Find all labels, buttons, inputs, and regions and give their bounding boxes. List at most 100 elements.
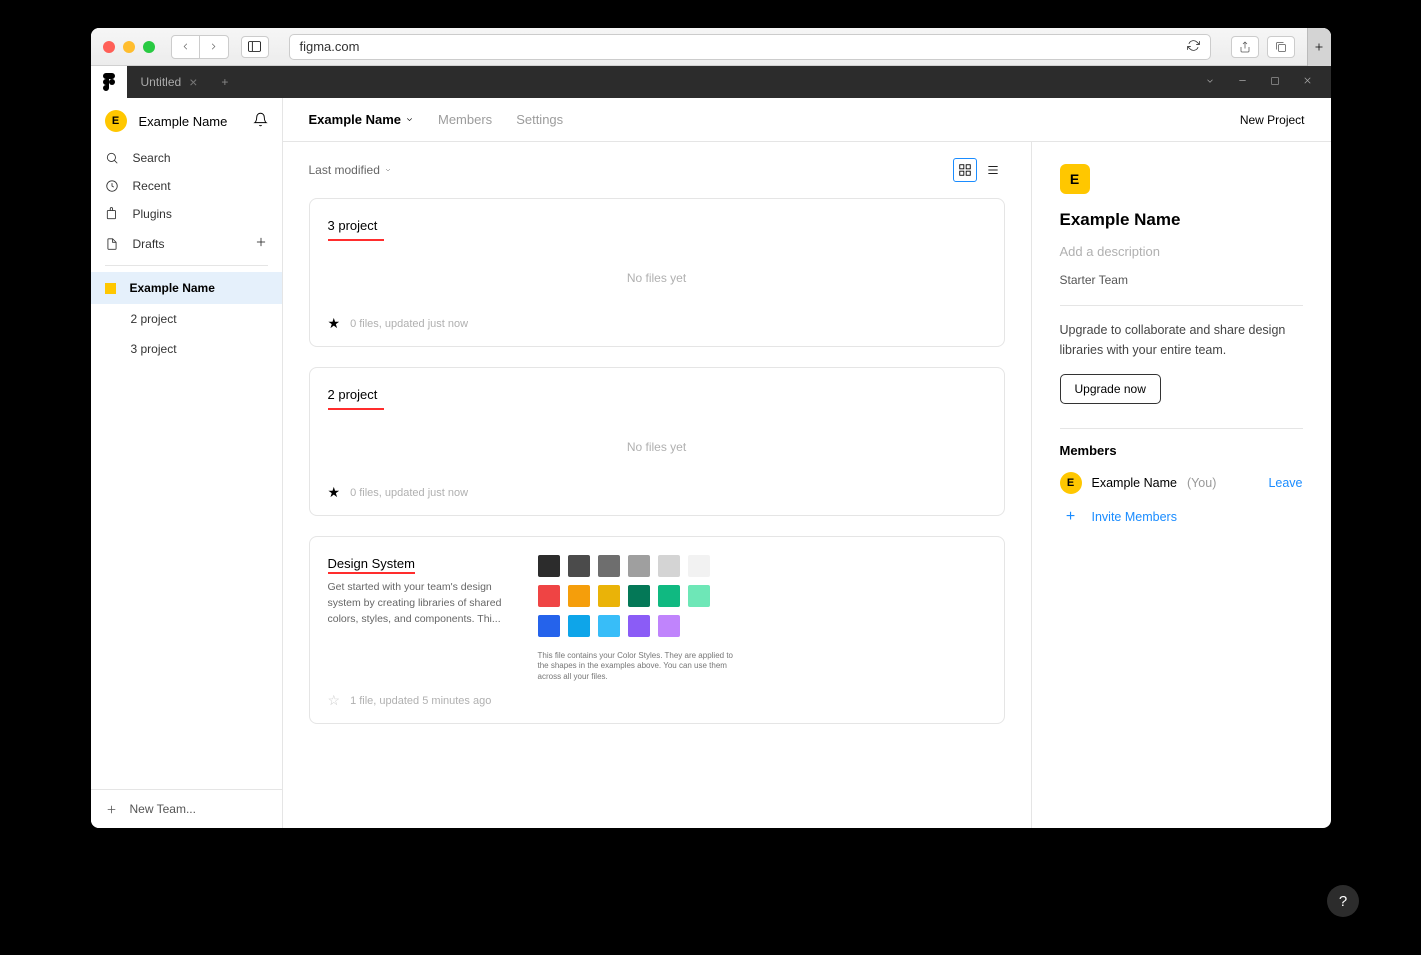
new-team-button[interactable]: New Team... xyxy=(91,789,282,828)
upgrade-text: Upgrade to collaborate and share design … xyxy=(1060,320,1303,360)
drafts-label: Drafts xyxy=(133,237,165,251)
member-you-label: (You) xyxy=(1187,476,1216,490)
add-tab-button[interactable]: + xyxy=(211,75,238,89)
project-card-3[interactable]: 3 project No files yet ★ 0 files, update… xyxy=(309,198,1005,347)
add-draft-icon[interactable] xyxy=(254,235,268,252)
window-minimize[interactable] xyxy=(123,41,135,53)
window-traffic-lights xyxy=(103,41,155,53)
team-info-panel: E Example Name Add a description Starter… xyxy=(1031,142,1331,828)
color-swatch xyxy=(568,555,590,577)
no-files-text: No files yet xyxy=(328,410,986,484)
search-icon xyxy=(105,151,119,165)
page-header: Example Name Members Settings New Projec… xyxy=(283,98,1331,142)
add-description-link[interactable]: Add a description xyxy=(1060,244,1303,259)
grid-view-button[interactable] xyxy=(953,158,977,182)
tabs-button[interactable] xyxy=(1267,36,1295,58)
ds-description: Get started with your team's design syst… xyxy=(328,580,518,627)
sidebar-drafts[interactable]: Drafts xyxy=(91,228,282,259)
file-icon xyxy=(105,237,119,251)
user-avatar: E xyxy=(105,110,127,132)
project-card-design-system[interactable]: Design System Get started with your team… xyxy=(309,536,1005,724)
sort-label-text: Last modified xyxy=(309,163,380,177)
star-icon[interactable]: ☆ xyxy=(328,692,341,709)
recent-label: Recent xyxy=(133,179,171,193)
forward-button[interactable] xyxy=(200,36,228,58)
team-name-dropdown[interactable]: Example Name xyxy=(309,112,415,127)
ds-caption: This file contains your Color Styles. Th… xyxy=(538,651,738,682)
share-button[interactable] xyxy=(1231,36,1259,58)
project-title: 3 project xyxy=(328,218,378,233)
new-tab-button[interactable] xyxy=(1307,28,1331,66)
team-avatar: E xyxy=(1060,164,1090,194)
sidebar-project-3[interactable]: 3 project xyxy=(91,334,282,364)
color-swatch xyxy=(688,555,710,577)
header-team-name: Example Name xyxy=(309,112,402,127)
color-swatch xyxy=(658,615,680,637)
window-close[interactable] xyxy=(103,41,115,53)
ds-title: Design System xyxy=(328,556,415,574)
close-icon[interactable] xyxy=(1302,75,1313,89)
close-tab-icon[interactable]: × xyxy=(189,74,197,90)
address-bar[interactable]: figma.com xyxy=(289,34,1211,60)
plus-icon: + xyxy=(1060,506,1082,528)
browser-toolbar: figma.com xyxy=(91,28,1331,66)
star-icon[interactable]: ★ xyxy=(328,315,341,332)
tab-label: Untitled xyxy=(141,75,182,89)
team-color-swatch xyxy=(105,283,116,294)
color-swatch xyxy=(538,615,560,637)
sidebar: E Example Name Search Recent Plugins Dra… xyxy=(91,98,283,828)
sidebar-search[interactable]: Search xyxy=(91,144,282,172)
minimize-icon[interactable] xyxy=(1237,75,1248,89)
new-project-button[interactable]: New Project xyxy=(1240,113,1305,127)
plus-icon xyxy=(105,803,118,816)
member-name: Example Name xyxy=(1092,476,1177,490)
window-maximize[interactable] xyxy=(143,41,155,53)
sort-dropdown[interactable]: Last modified xyxy=(309,163,392,177)
color-swatch xyxy=(628,585,650,607)
project-status: 0 files, updated just now xyxy=(350,318,468,330)
chevron-down-icon[interactable] xyxy=(1205,76,1215,89)
figma-home-button[interactable] xyxy=(91,66,127,98)
sidebar-recent[interactable]: Recent xyxy=(91,172,282,200)
main-content: Example Name Members Settings New Projec… xyxy=(283,98,1331,828)
nav-settings[interactable]: Settings xyxy=(516,112,563,127)
divider xyxy=(1060,428,1303,429)
color-swatch xyxy=(688,585,710,607)
help-button[interactable]: ? xyxy=(1327,885,1359,917)
project-card-2[interactable]: 2 project No files yet ★ 0 files, update… xyxy=(309,367,1005,516)
sidebar-project-2[interactable]: 2 project xyxy=(91,304,282,334)
list-view-button[interactable] xyxy=(981,158,1005,182)
plugins-icon xyxy=(105,207,119,221)
members-heading: Members xyxy=(1060,443,1303,458)
upgrade-button[interactable]: Upgrade now xyxy=(1060,374,1161,404)
nav-members[interactable]: Members xyxy=(438,112,492,127)
project-status: 0 files, updated just now xyxy=(350,487,468,499)
sidebar-toggle[interactable] xyxy=(241,36,269,58)
color-swatch xyxy=(568,585,590,607)
leave-button[interactable]: Leave xyxy=(1268,476,1302,490)
color-swatch xyxy=(598,555,620,577)
nav-buttons xyxy=(171,35,229,59)
back-button[interactable] xyxy=(172,36,200,58)
invite-members-button[interactable]: + Invite Members xyxy=(1060,506,1303,528)
notifications-icon[interactable] xyxy=(253,112,268,130)
color-swatch xyxy=(658,585,680,607)
sidebar-plugins[interactable]: Plugins xyxy=(91,200,282,228)
team-name-heading: Example Name xyxy=(1060,210,1303,230)
ds-preview: This file contains your Color Styles. Th… xyxy=(538,555,986,682)
divider xyxy=(1060,305,1303,306)
chevron-down-icon xyxy=(384,166,392,174)
reload-icon[interactable] xyxy=(1187,39,1200,55)
maximize-icon[interactable] xyxy=(1270,76,1280,89)
color-swatch xyxy=(598,615,620,637)
color-swatch xyxy=(628,615,650,637)
sidebar-divider xyxy=(105,265,268,266)
star-icon[interactable]: ★ xyxy=(328,484,341,501)
new-team-label: New Team... xyxy=(130,802,196,816)
tab-untitled[interactable]: Untitled × xyxy=(127,66,212,98)
sidebar-user[interactable]: E Example Name xyxy=(91,98,282,144)
sidebar-team-example[interactable]: Example Name xyxy=(91,272,282,304)
no-files-text: No files yet xyxy=(328,241,986,315)
member-avatar: E xyxy=(1060,472,1082,494)
project-list: Last modified 3 project No files ye xyxy=(283,142,1031,828)
